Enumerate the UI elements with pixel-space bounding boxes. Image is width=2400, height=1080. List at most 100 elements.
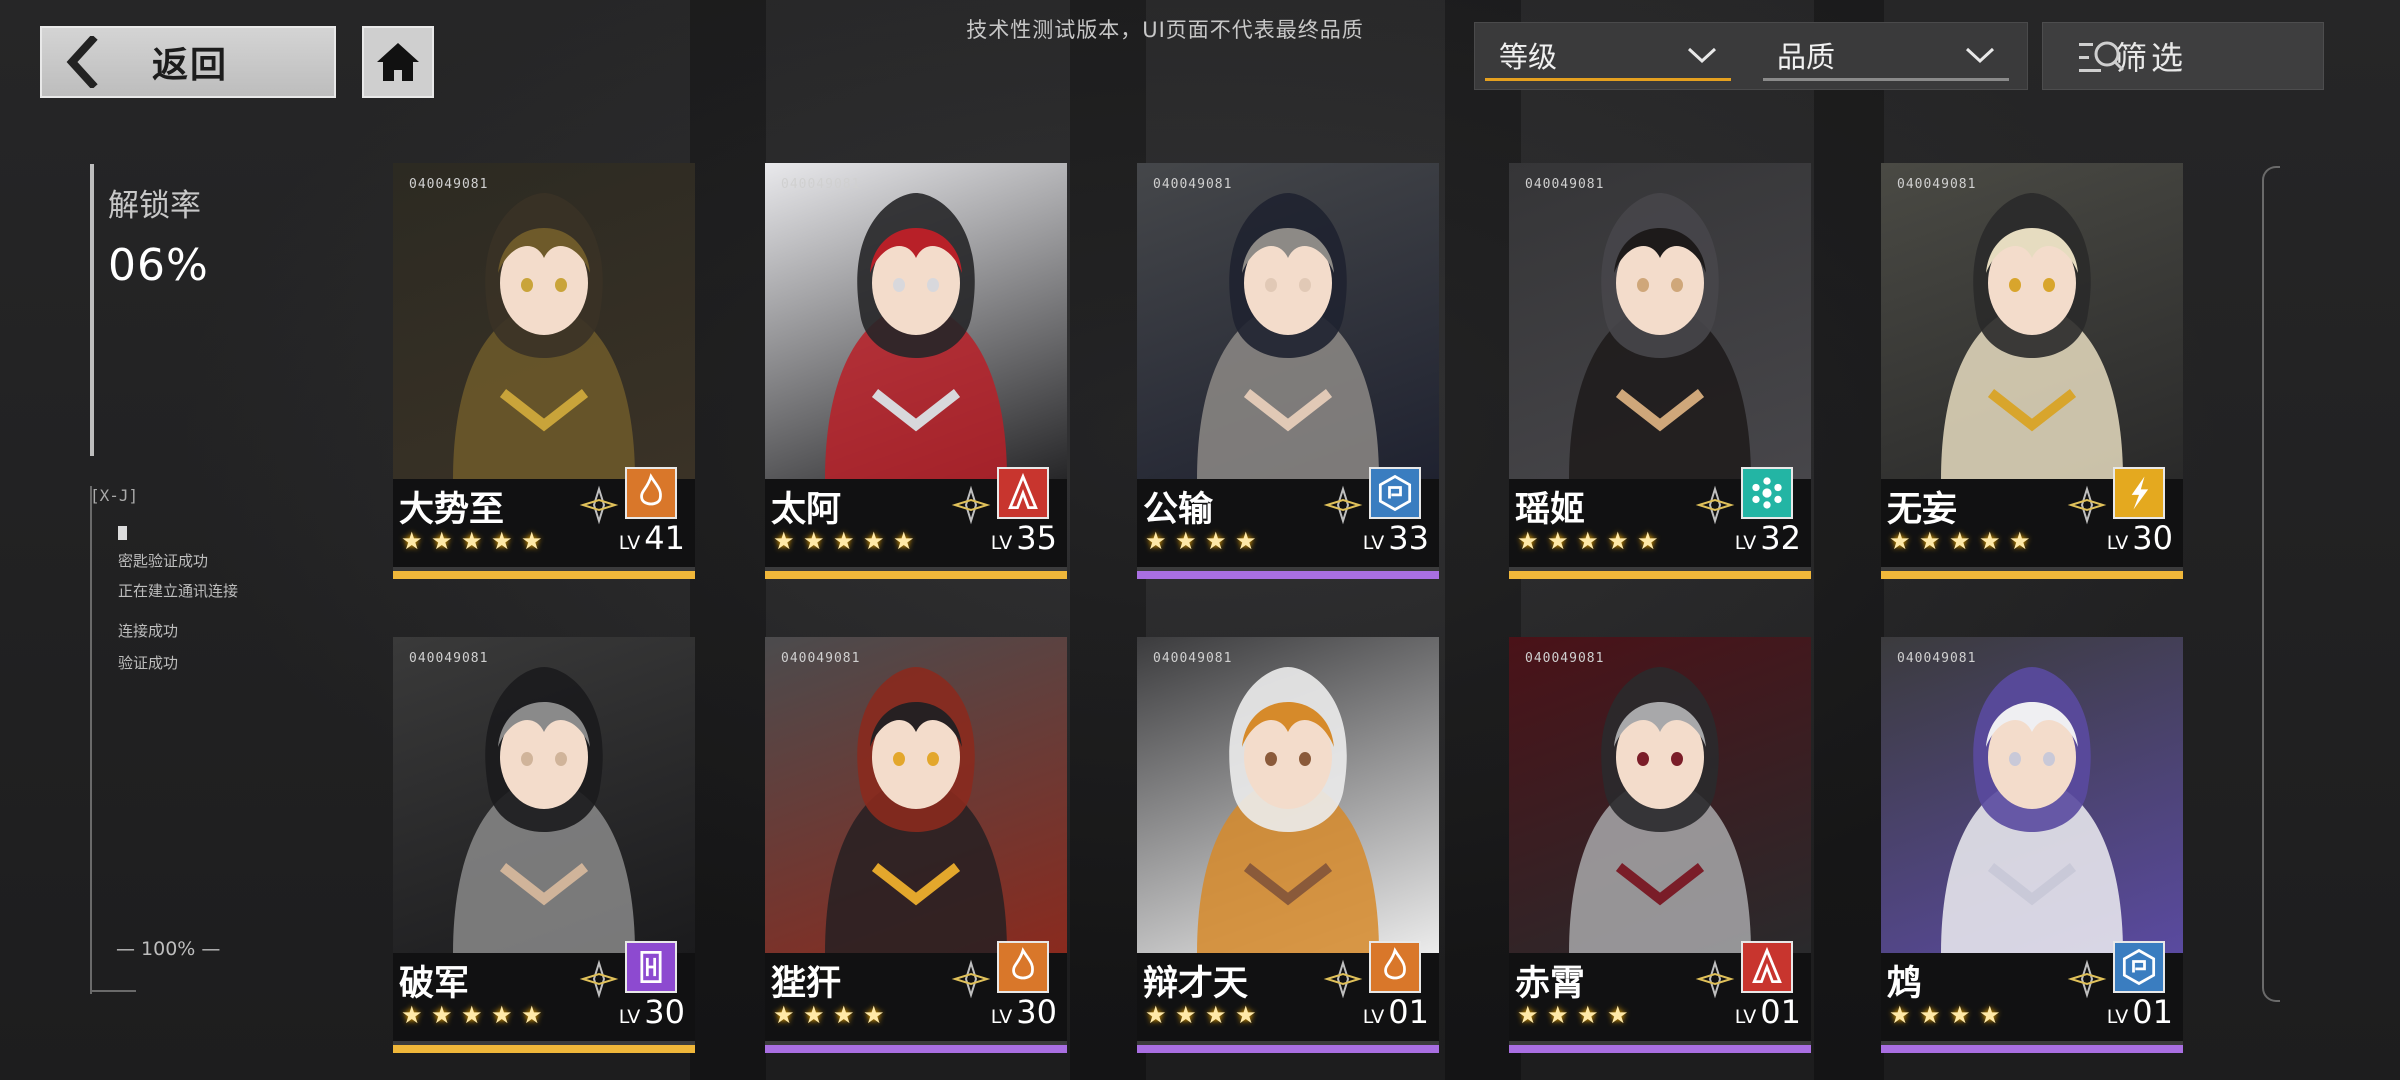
- fire-element-icon: [997, 941, 1049, 993]
- log-line: 密匙验证成功: [118, 552, 209, 570]
- red-element-icon: [997, 467, 1049, 519]
- build-notice: 技术性测试版本，UI页面不代表最终品质: [966, 18, 1364, 42]
- character-level: LV 33: [1363, 519, 1429, 557]
- level-value: 01: [1388, 993, 1429, 1031]
- fire-element-icon: [1369, 941, 1421, 993]
- star-icon: ★: [1577, 527, 1599, 555]
- star-icon: ★: [1205, 527, 1227, 555]
- level-value: 35: [1016, 519, 1057, 557]
- crosshair-emblem-icon: [951, 485, 991, 525]
- character-card[interactable]: 040049081 瑶姬 ★ ★ ★ ★ ★ LV 32: [1509, 163, 1811, 579]
- crosshair-emblem-icon: [1695, 959, 1735, 999]
- star-icon: ★: [401, 1001, 423, 1029]
- star-icon: ★: [1205, 1001, 1227, 1029]
- star-icon: ★: [1145, 1001, 1167, 1029]
- star-icon: ★: [833, 527, 855, 555]
- character-portrait: 040049081: [1881, 163, 2183, 479]
- character-card[interactable]: 040049081 破军 ★ ★ ★ ★ ★ LV 30: [393, 637, 695, 1053]
- star-rating: ★ ★ ★ ★ ★: [1517, 529, 1661, 553]
- character-card[interactable]: 040049081 公输 ★ ★ ★ ★ LV 33: [1137, 163, 1439, 579]
- crosshair-emblem-icon: [1695, 485, 1735, 525]
- star-icon: ★: [1919, 1001, 1941, 1029]
- star-icon: ★: [491, 1001, 513, 1029]
- sort-level-dropdown[interactable]: 等级: [1485, 31, 1731, 81]
- scrollbar[interactable]: [2262, 166, 2280, 1002]
- star-rating: ★ ★ ★ ★: [773, 1003, 887, 1027]
- star-icon: ★: [461, 1001, 483, 1029]
- character-level: LV 30: [619, 993, 685, 1031]
- character-level: LV 32: [1735, 519, 1801, 557]
- filter-button[interactable]: 筛选: [2042, 22, 2324, 90]
- rarity-bar: [765, 571, 1067, 579]
- star-rating: ★ ★ ★ ★ ★: [1889, 529, 2033, 553]
- star-rating: ★ ★ ★ ★: [1517, 1003, 1631, 1027]
- rarity-bar: [1509, 1045, 1811, 1053]
- star-rating: ★ ★ ★ ★ ★: [401, 529, 545, 553]
- star-icon: ★: [1175, 527, 1197, 555]
- character-portrait: 040049081: [1509, 637, 1811, 953]
- star-icon: ★: [1517, 1001, 1539, 1029]
- star-icon: ★: [431, 527, 453, 555]
- star-icon: ★: [773, 1001, 795, 1029]
- card-info-bar: 辩才天 ★ ★ ★ ★ LV 01: [1137, 941, 1439, 1041]
- character-card[interactable]: 040049081 鸩 ★ ★ ★ ★ LV 01: [1881, 637, 2183, 1053]
- log-line: 验证成功: [118, 654, 179, 672]
- back-button[interactable]: 返回: [40, 26, 336, 98]
- star-icon: ★: [863, 1001, 885, 1029]
- crosshair-emblem-icon: [1323, 959, 1363, 999]
- character-name: 破军: [399, 964, 470, 1004]
- character-name: 瑶姬: [1515, 490, 1586, 530]
- filter-label: 筛选: [2115, 39, 2188, 77]
- star-icon: ★: [1607, 527, 1629, 555]
- character-name: 狴犴: [771, 964, 842, 1004]
- home-button[interactable]: [362, 26, 434, 98]
- card-info-bar: 太阿 ★ ★ ★ ★ ★ LV 35: [765, 467, 1067, 567]
- level-value: 01: [2132, 993, 2173, 1031]
- card-code: 040049081: [1897, 177, 1977, 192]
- chevron-down-icon: [1687, 47, 1717, 63]
- sort-quality-label: 品质: [1777, 39, 1836, 74]
- blue-element-icon: [2113, 941, 2165, 993]
- character-portrait: 040049081: [1881, 637, 2183, 953]
- star-icon: ★: [1547, 1001, 1569, 1029]
- card-info-bar: 鸩 ★ ★ ★ ★ LV 01: [1881, 941, 2183, 1041]
- star-icon: ★: [773, 527, 795, 555]
- character-card[interactable]: 040049081 赤霄 ★ ★ ★ ★ LV 01: [1509, 637, 1811, 1053]
- character-portrait: 040049081: [1137, 637, 1439, 953]
- character-level: LV 30: [991, 993, 1057, 1031]
- character-card[interactable]: 040049081 辩才天 ★ ★ ★ ★ LV 01: [1137, 637, 1439, 1053]
- crosshair-emblem-icon: [579, 485, 619, 525]
- character-level: LV 01: [1735, 993, 1801, 1031]
- character-portrait: 040049081: [393, 637, 695, 953]
- crosshair-emblem-icon: [1323, 485, 1363, 525]
- character-card[interactable]: 040049081 大势至 ★ ★ ★ ★ ★ LV 41: [393, 163, 695, 579]
- rarity-bar: [1509, 571, 1811, 579]
- character-name: 辩才天: [1143, 964, 1249, 1004]
- level-value: 30: [2132, 519, 2173, 557]
- card-code: 040049081: [409, 651, 489, 666]
- star-icon: ★: [1235, 1001, 1257, 1029]
- star-icon: ★: [833, 1001, 855, 1029]
- star-icon: ★: [521, 1001, 543, 1029]
- card-info-bar: 狴犴 ★ ★ ★ ★ LV 30: [765, 941, 1067, 1041]
- star-icon: ★: [1919, 527, 1941, 555]
- level-prefix: LV: [618, 532, 641, 554]
- character-card[interactable]: 040049081 太阿 ★ ★ ★ ★ ★ LV 35: [765, 163, 1067, 579]
- level-value: 30: [1016, 993, 1057, 1031]
- unlock-rate-label: 解锁率: [108, 188, 201, 224]
- character-card[interactable]: 040049081 无妄 ★ ★ ★ ★ ★ LV 30: [1881, 163, 2183, 579]
- sort-quality-dropdown[interactable]: 品质: [1763, 31, 2009, 81]
- crosshair-emblem-icon: [2067, 485, 2107, 525]
- side-accent-line: [90, 164, 94, 456]
- terminal-progress: — 100% —: [116, 938, 221, 960]
- star-icon: ★: [1949, 527, 1971, 555]
- card-info-bar: 无妄 ★ ★ ★ ★ ★ LV 30: [1881, 467, 2183, 567]
- character-name: 太阿: [771, 490, 842, 530]
- character-name: 公输: [1143, 490, 1214, 530]
- rarity-bar: [1137, 1045, 1439, 1053]
- character-name: 无妄: [1887, 490, 1958, 530]
- star-icon: ★: [1547, 527, 1569, 555]
- card-code: 040049081: [781, 177, 861, 192]
- rarity-bar: [1137, 571, 1439, 579]
- character-card[interactable]: 040049081 狴犴 ★ ★ ★ ★ LV 30: [765, 637, 1067, 1053]
